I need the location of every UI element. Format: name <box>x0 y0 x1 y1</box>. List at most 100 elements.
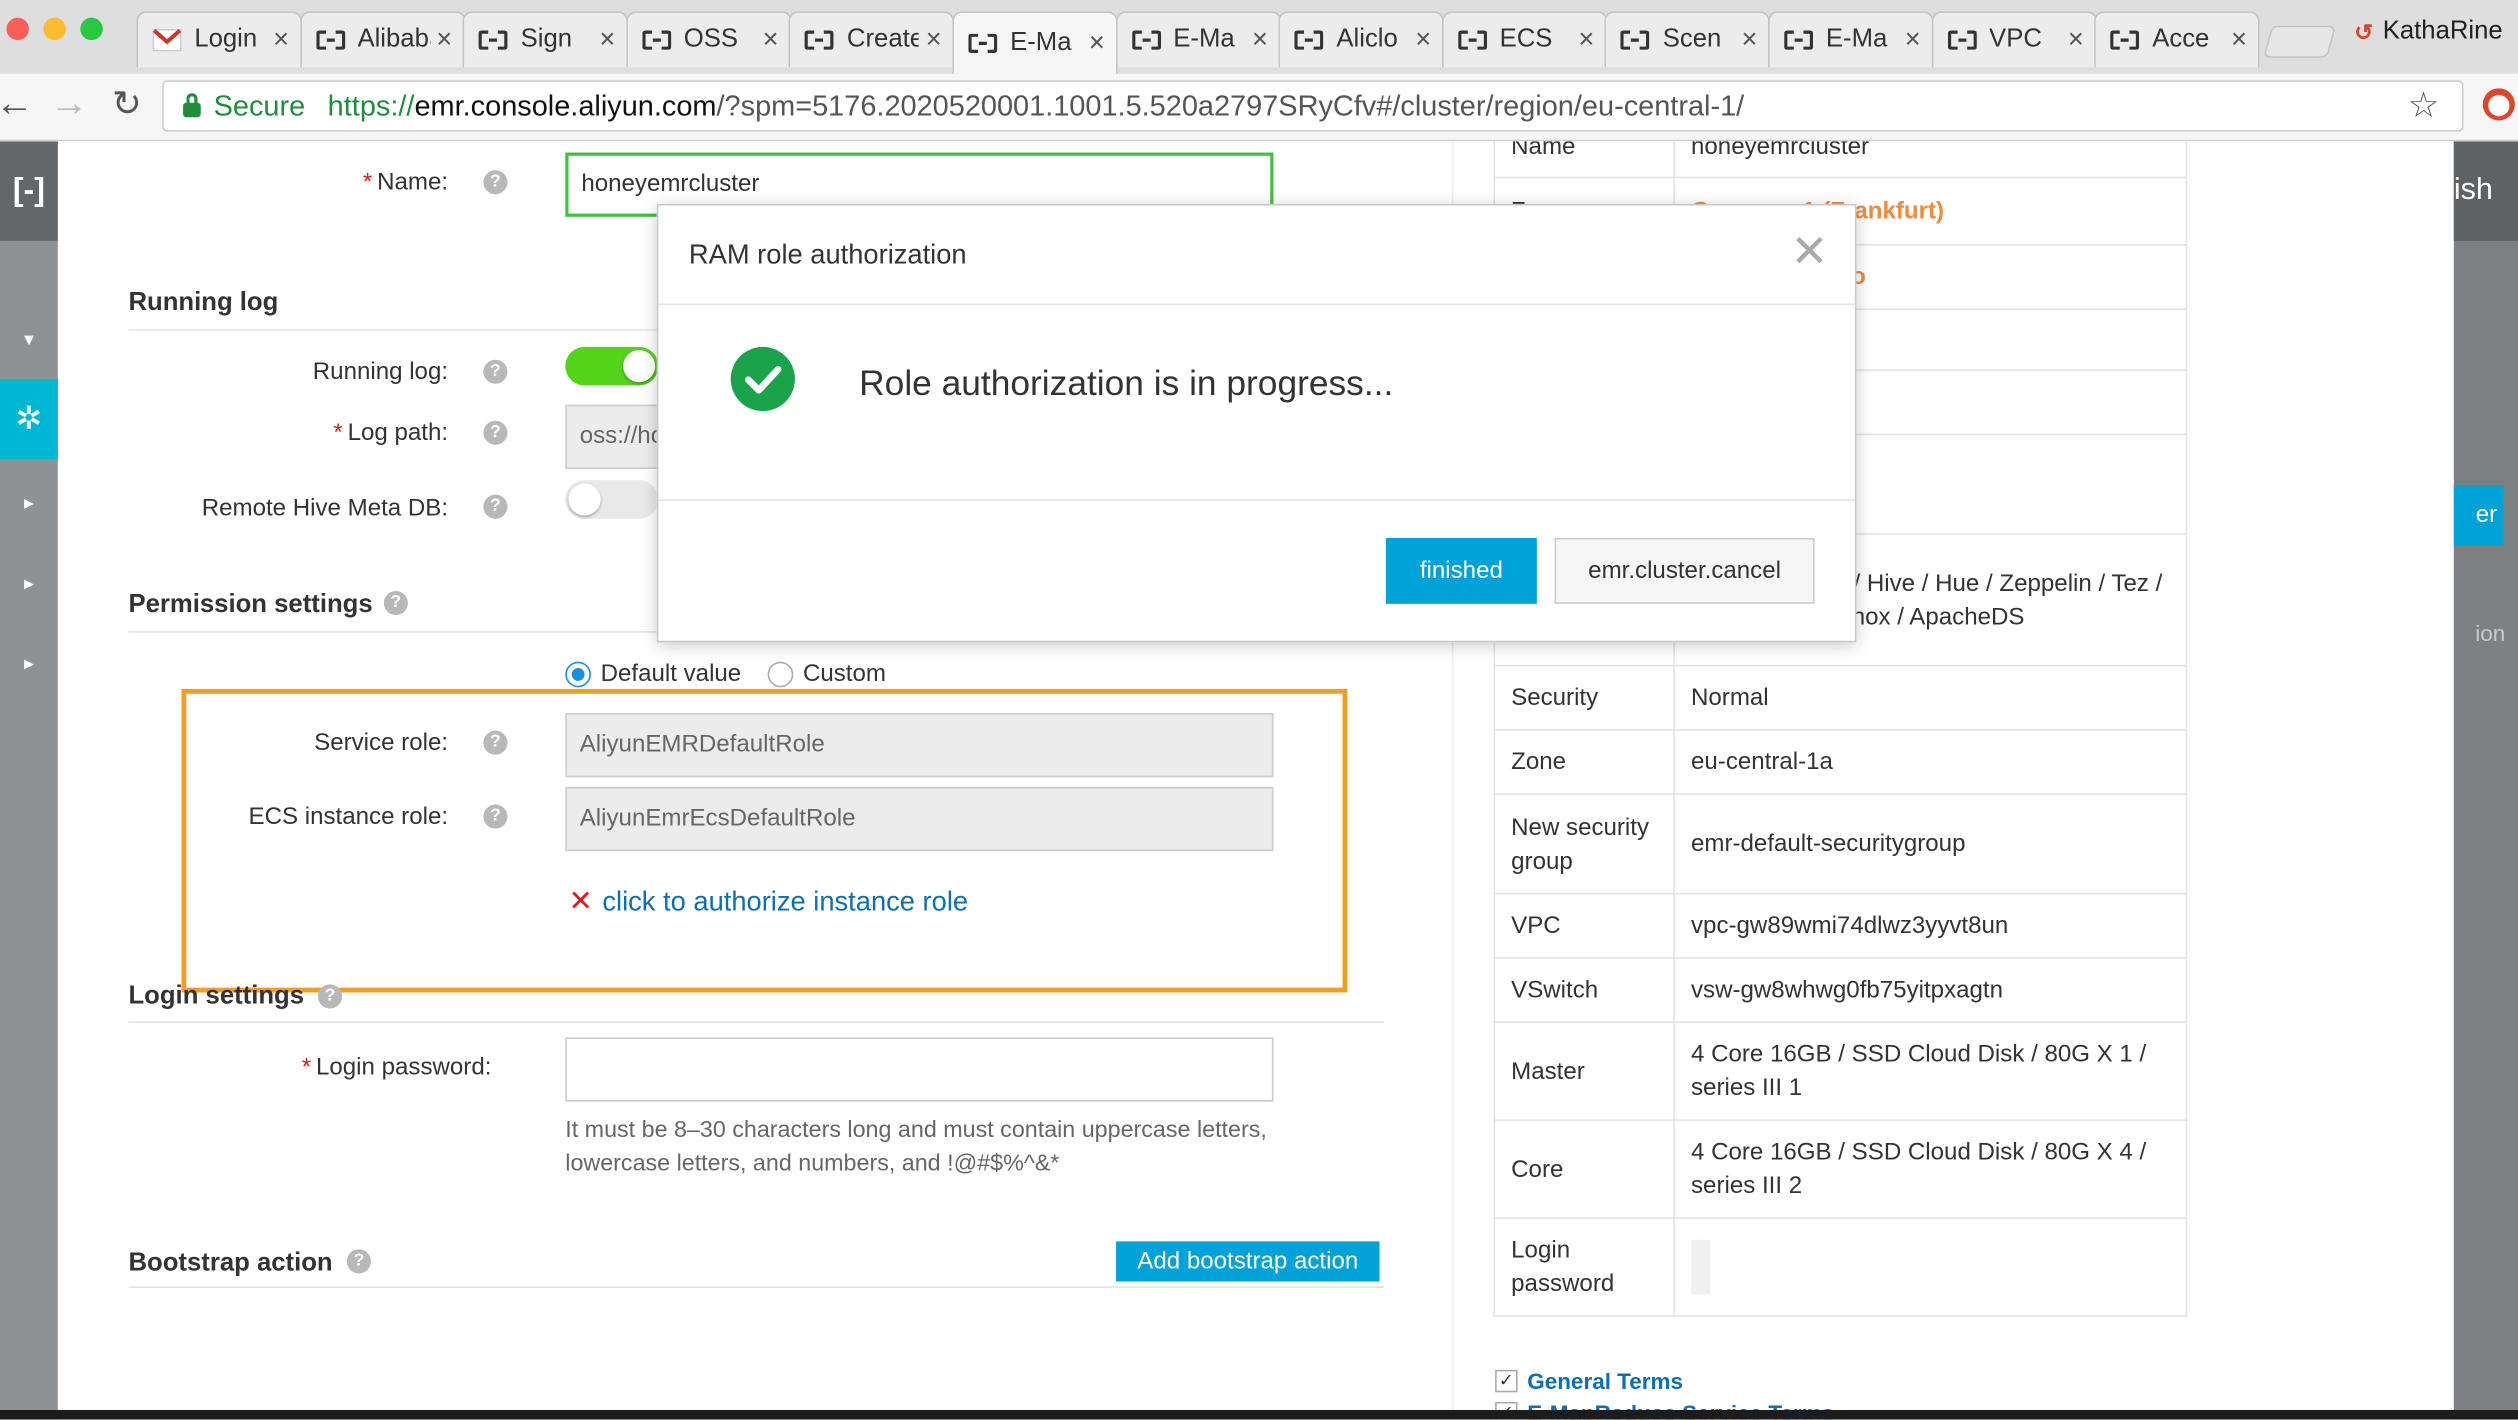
checkbox-checked-icon[interactable]: ✓ <box>1495 1369 1518 1393</box>
service-role-label: Service role: <box>314 729 449 757</box>
aliyun-icon <box>642 30 674 50</box>
right-action-button[interactable]: er <box>2453 484 2504 547</box>
chevron-right-icon[interactable]: ▸ <box>0 572 58 594</box>
help-icon[interactable]: ? <box>483 420 508 445</box>
extension-icon[interactable]: ⬤ <box>2482 88 2515 121</box>
browser-tab[interactable]: E-Ma × <box>1115 11 1281 68</box>
profile-menu[interactable]: ↺ KathaRine <box>2354 18 2502 47</box>
tab-title: Acce <box>2152 25 2210 53</box>
radio-default-value[interactable]: Default value <box>565 660 741 687</box>
browser-tab[interactable]: Acce × <box>2094 11 2260 68</box>
section-divider <box>128 1286 1385 1288</box>
tab-close-icon[interactable]: × <box>2231 24 2247 56</box>
tab-title: Scen <box>1662 25 1722 53</box>
help-icon[interactable]: ? <box>483 359 508 384</box>
bookmark-star-icon[interactable]: ☆ <box>2408 85 2440 127</box>
tab-close-icon[interactable]: × <box>599 24 615 56</box>
right-secondary-button[interactable]: ion <box>2454 613 2505 652</box>
aliyun-icon <box>1294 30 1327 50</box>
caret-down-icon[interactable]: ▾ <box>0 328 58 350</box>
authorize-instance-role-link[interactable]: click to authorize instance role <box>602 886 968 918</box>
ecs-instance-role-input[interactable]: AliyunEmrEcsDefaultRole <box>565 786 1274 852</box>
window-zoom-button[interactable] <box>80 17 103 41</box>
login-password-input[interactable] <box>565 1037 1274 1102</box>
browser-tab[interactable]: E-Ma × <box>952 11 1118 74</box>
gmail-icon <box>152 28 185 52</box>
summary-row: New security group emr-default-securitygr… <box>1493 793 2188 895</box>
tab-close-icon[interactable]: × <box>1252 24 1268 56</box>
help-icon[interactable]: ? <box>383 590 408 616</box>
add-bootstrap-action-button[interactable]: Add bootstrap action <box>1116 1241 1380 1282</box>
running-log-toggle[interactable] <box>565 346 659 386</box>
general-terms-link[interactable]: General Terms <box>1527 1368 1683 1394</box>
browser-tab[interactable]: VPC × <box>1931 11 2097 68</box>
browser-tab[interactable]: Sign × <box>462 11 629 68</box>
new-tab-button[interactable] <box>2263 25 2337 58</box>
dialog-footer-divider <box>658 499 1855 502</box>
tab-close-icon[interactable]: × <box>1415 24 1431 56</box>
authorize-instance-role[interactable]: ✕ click to authorize instance role <box>568 885 968 919</box>
cancel-button[interactable]: emr.cluster.cancel <box>1554 537 1815 604</box>
lock-icon <box>183 93 201 118</box>
general-terms-checkbox[interactable]: ✓ General Terms <box>1495 1368 1683 1394</box>
back-arrow-icon[interactable]: ← <box>0 82 39 127</box>
tab-close-icon[interactable]: × <box>763 24 779 56</box>
chevron-right-icon[interactable]: ▸ <box>0 491 58 513</box>
browser-tab[interactable]: Alibaba× <box>299 11 466 68</box>
chevron-right-icon[interactable]: ▸ <box>0 652 58 674</box>
aliyun-icon <box>2110 30 2142 50</box>
help-icon[interactable]: ? <box>346 1249 371 1274</box>
radio-button[interactable] <box>565 660 591 687</box>
close-icon[interactable]: ✕ <box>1791 227 1829 276</box>
radio-button[interactable] <box>767 660 794 687</box>
tab-close-icon[interactable]: × <box>1578 24 1594 56</box>
help-icon[interactable]: ? <box>483 804 508 829</box>
finished-button[interactable]: finished <box>1385 537 1537 604</box>
emr-product-icon[interactable]: ✲ <box>0 378 58 460</box>
aliyun-logo-icon[interactable]: [-] <box>0 141 58 241</box>
forward-arrow-icon[interactable]: → <box>45 82 93 127</box>
url-path: /?spm=5176.2020520001.1001.5.520a2797SRy… <box>716 89 1745 122</box>
remote-hive-toggle[interactable] <box>565 480 659 519</box>
browser-tab[interactable]: E-Ma × <box>1768 11 1934 68</box>
help-icon[interactable]: ? <box>317 984 343 1009</box>
browser-tab[interactable]: Scen × <box>1604 11 1771 68</box>
tab-close-icon[interactable]: × <box>2068 24 2084 56</box>
dialog-header: RAM role authorization ✕ <box>658 206 1855 306</box>
help-icon[interactable]: ? <box>483 730 508 755</box>
tab-close-icon[interactable]: × <box>273 24 289 56</box>
address-bar[interactable]: Secure https://emr.console.aliyun.com/?s… <box>162 80 2464 132</box>
summary-row: Master 4 Core 16GB / SSD Cloud Disk / 80G… <box>1493 1021 2188 1121</box>
summary-value: Normal <box>1673 664 2188 731</box>
browser-tab[interactable]: Login × <box>136 11 302 68</box>
summary-value: 4 Core 16GB / SSD Cloud Disk / 80G X 1 /… <box>1673 1021 2188 1121</box>
window-minimize-button[interactable] <box>43 17 66 41</box>
help-icon[interactable]: ? <box>483 494 508 519</box>
service-role-input[interactable]: AliyunEMRDefaultRole <box>565 713 1274 778</box>
tab-title: ECS <box>1499 25 1553 53</box>
browser-tab[interactable]: Create × <box>789 11 955 68</box>
browser-tab[interactable]: Aliclo × <box>1278 11 1445 68</box>
login-password-label: * Login password: <box>301 1053 492 1081</box>
error-x-icon: ✕ <box>568 884 593 917</box>
ecs-instance-role-label: ECS instance role: <box>248 802 449 831</box>
tab-close-icon[interactable]: × <box>1905 24 1921 56</box>
bottom-bar <box>0 1409 2518 1420</box>
summary-row: Login password <box>1493 1217 2188 1317</box>
summary-value: 4 Core 16GB / SSD Cloud Disk / 80G X 4 /… <box>1673 1119 2188 1219</box>
tab-title: OSS <box>683 25 739 53</box>
tab-title: E-Ma <box>1825 25 1888 53</box>
summary-key: Login password <box>1493 1217 1675 1317</box>
window-close-button[interactable] <box>6 17 29 41</box>
help-icon[interactable]: ? <box>483 170 508 195</box>
reload-icon[interactable]: ↻ <box>103 84 151 126</box>
browser-tab[interactable]: ECS × <box>1441 11 1608 68</box>
tab-close-icon[interactable]: × <box>1089 27 1105 59</box>
tab-close-icon[interactable]: × <box>926 24 942 56</box>
tab-close-icon[interactable]: × <box>436 24 452 56</box>
radio-custom[interactable]: Custom <box>767 660 886 687</box>
aliyun-icon <box>968 33 1000 53</box>
aliyun-icon <box>1947 30 1979 50</box>
tab-close-icon[interactable]: × <box>1742 24 1758 56</box>
browser-tab[interactable]: OSS × <box>625 11 792 68</box>
